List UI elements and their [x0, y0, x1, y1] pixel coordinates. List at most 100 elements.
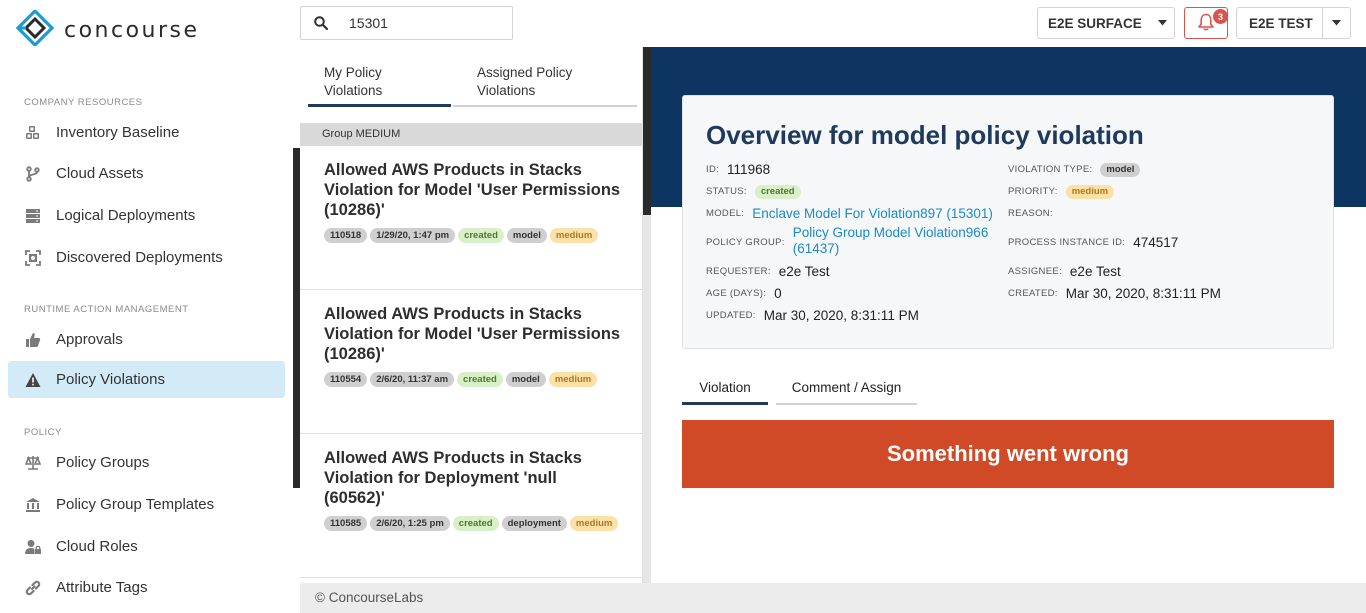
field-label: ASSIGNEE:	[1008, 266, 1062, 277]
logo[interactable]: concourse	[15, 8, 200, 51]
page-title: Overview for model policy violation	[706, 120, 1144, 150]
search-icon	[301, 16, 341, 30]
field-label: CREATED:	[1008, 288, 1058, 299]
list-item[interactable]: Allowed AWS Products in Stacks Violation…	[300, 434, 642, 578]
field-label: STATUS:	[706, 186, 747, 197]
field-id: ID: 111968	[706, 162, 770, 178]
sidebar-item-policy-group-templates[interactable]: Policy Group Templates	[8, 486, 285, 523]
violations-list-panel: My Policy Violations Assigned Policy Vio…	[300, 47, 643, 583]
id-chip: 110518	[324, 228, 368, 243]
user-menu[interactable]: E2E TEST	[1236, 7, 1351, 39]
date-chip: 1/29/20, 1:47 pm	[370, 228, 456, 243]
tab-violation[interactable]: Violation	[682, 378, 768, 405]
field-reason: REASON:	[1008, 206, 1061, 222]
sidebar-item-cloud-roles[interactable]: Cloud Roles	[8, 528, 285, 565]
section-title-company-resources: COMPANY RESOURCES	[24, 97, 143, 108]
status-badge: created	[457, 372, 503, 387]
date-chip: 2/6/20, 11:37 am	[370, 372, 455, 387]
bank-icon	[24, 496, 42, 514]
field-value: Mar 30, 2020, 8:31:11 PM	[1065, 286, 1221, 301]
chevron-down-icon	[1150, 20, 1174, 26]
field-label: REASON:	[1008, 208, 1053, 219]
list-tabs: My Policy Violations Assigned Policy Vio…	[308, 64, 637, 107]
tab-comment-assign[interactable]: Comment / Assign	[776, 378, 917, 405]
id-chip: 110585	[324, 516, 368, 531]
sidebar-item-label: Inventory Baseline	[56, 124, 180, 141]
sidebar-item-discovered-deployments[interactable]: Discovered Deployments	[8, 239, 285, 276]
field-label: PRIORITY:	[1008, 186, 1058, 197]
list-item[interactable]: Allowed AWS Products in Stacks Violation…	[300, 290, 642, 434]
status-badge: created	[754, 185, 801, 199]
sidebar-item-policy-groups[interactable]: Policy Groups	[8, 444, 285, 481]
sidebar-item-label: Logical Deployments	[56, 207, 196, 224]
violation-title: Allowed AWS Products in Stacks Violation…	[324, 161, 621, 219]
notification-count-badge: 3	[1213, 9, 1228, 24]
scan-icon	[24, 249, 42, 267]
model-link[interactable]: Enclave Model For Violation897 (15301)	[752, 206, 993, 222]
chevron-down-icon[interactable]	[1323, 20, 1350, 26]
sidebar-item-policy-violations[interactable]: Policy Violations	[8, 361, 285, 398]
field-age: AGE (DAYS): 0	[706, 286, 782, 302]
type-badge: model	[505, 372, 546, 387]
field-value: 0	[774, 286, 782, 301]
field-value: 111968	[727, 162, 771, 177]
sidebar-item-approvals[interactable]: Approvals	[8, 321, 285, 358]
search-input[interactable]	[341, 15, 491, 31]
sidebar-item-label: Cloud Assets	[56, 165, 144, 182]
field-updated: UPDATED: Mar 30, 2020, 8:31:11 PM	[706, 308, 919, 324]
field-policy-group: POLICY GROUP: Policy Group Model Violati…	[706, 225, 998, 257]
list-item[interactable]: Allowed AWS Products in Stacks Violation…	[300, 146, 642, 290]
footer: © ConcourseLabs	[300, 583, 1366, 613]
priority-badge: medium	[548, 372, 598, 387]
bell-icon	[1198, 13, 1214, 34]
field-process-instance-id: PROCESS INSTANCE ID: 474517	[1008, 235, 1178, 251]
id-chip: 110554	[324, 372, 368, 387]
warning-icon	[24, 371, 42, 389]
concourse-logo-icon	[15, 8, 55, 51]
tab-assigned-policy-violations[interactable]: Assigned Policy Violations	[453, 64, 637, 107]
field-label: VIOLATION TYPE:	[1008, 164, 1093, 175]
environment-label: E2E SURFACE	[1048, 15, 1142, 31]
status-badge: created	[452, 516, 499, 531]
priority-badge: medium	[569, 516, 619, 531]
sidebar-item-label: Policy Group Templates	[56, 496, 215, 513]
panel-divider	[643, 215, 651, 583]
policy-group-link[interactable]: Policy Group Model Violation966 (61437)	[793, 225, 998, 257]
overview-card: Overview for model policy violation ID: …	[682, 95, 1334, 349]
scrollbar-thumb[interactable]	[293, 148, 300, 488]
section-title-policy: POLICY	[24, 427, 62, 438]
field-label: AGE (DAYS):	[706, 288, 767, 299]
sidebar-item-logical-deployments[interactable]: Logical Deployments	[8, 197, 285, 234]
sidebar-item-cloud-assets[interactable]: Cloud Assets	[8, 155, 285, 192]
sidebar-item-attribute-tags[interactable]: Attribute Tags	[8, 569, 285, 606]
tab-my-policy-violations[interactable]: My Policy Violations	[308, 64, 451, 107]
branch-icon	[24, 165, 42, 183]
type-badge: model	[1100, 163, 1141, 177]
priority-badge: medium	[549, 228, 599, 243]
user-name: E2E TEST	[1249, 15, 1313, 31]
environment-dropdown[interactable]: E2E SURFACE	[1037, 7, 1175, 39]
field-value: 474517	[1133, 235, 1179, 250]
thumbs-up-icon	[24, 331, 42, 349]
brand-name: concourse	[64, 17, 200, 43]
date-chip: 2/6/20, 1:25 pm	[370, 516, 450, 531]
field-value: e2e Test	[1069, 264, 1121, 279]
sidebar-item-label: Discovered Deployments	[56, 249, 223, 266]
field-label: REQUESTER:	[706, 266, 771, 277]
sidebar-item-label: Policy Groups	[56, 454, 150, 471]
search-box[interactable]	[300, 6, 513, 40]
sidebar-item-inventory-baseline[interactable]: Inventory Baseline	[8, 114, 285, 151]
type-badge: deployment	[501, 516, 567, 531]
violation-title: Allowed AWS Products in Stacks Violation…	[324, 449, 582, 507]
detail-tabs: Violation Comment / Assign	[682, 378, 917, 405]
field-value: Mar 30, 2020, 8:31:11 PM	[763, 308, 919, 323]
scale-icon	[24, 454, 42, 472]
notifications-button[interactable]: 3	[1184, 7, 1228, 39]
sidebar-item-label: Cloud Roles	[56, 538, 138, 555]
field-label: PROCESS INSTANCE ID:	[1008, 237, 1126, 248]
group-header: Group MEDIUM	[300, 123, 642, 146]
link-icon	[24, 579, 42, 597]
section-title-runtime-action-management: RUNTIME ACTION MANAGEMENT	[24, 304, 189, 315]
field-label: ID:	[706, 164, 720, 175]
status-badge: created	[458, 228, 504, 243]
